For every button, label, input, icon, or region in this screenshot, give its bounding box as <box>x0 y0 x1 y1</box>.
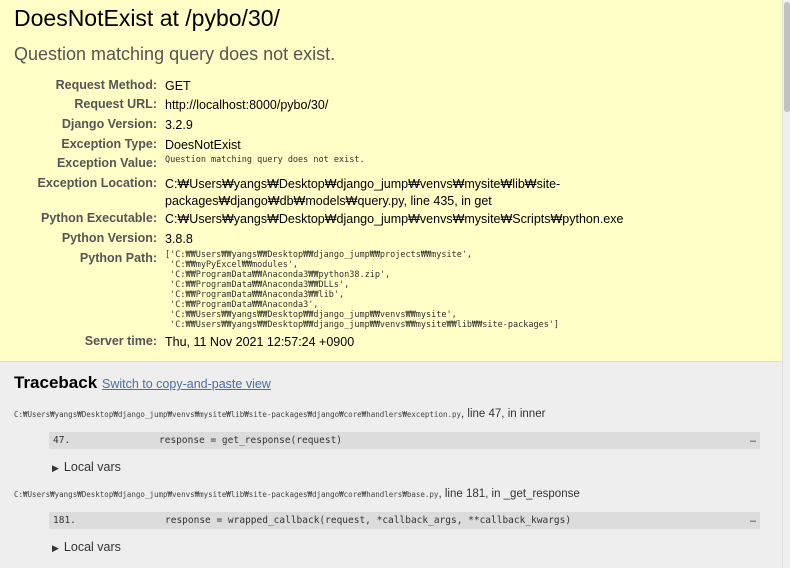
expand-context-icon[interactable]: … <box>750 514 756 525</box>
meta-label: Server time: <box>84 334 157 348</box>
local-vars-label: Local vars <box>63 460 121 474</box>
meta-value: http://localhost:8000/pybo/30/ <box>165 98 329 112</box>
frame-location: , line 181, in _get_response <box>438 488 580 500</box>
frame-location: , line 47, in inner <box>461 408 546 420</box>
local-vars-label: Local vars <box>63 540 121 554</box>
meta-value: Question matching query does not exist. <box>165 155 365 165</box>
meta-label: Exception Type: <box>61 137 157 151</box>
code-context-line[interactable]: 47. response = get_response(request) … <box>49 432 760 449</box>
scrollbar-thumb[interactable] <box>784 2 790 112</box>
traceback-heading: Traceback <box>14 373 98 392</box>
meta-value: ['C:₩₩Users₩₩yangs₩₩Desktop₩₩django_jump… <box>165 250 560 330</box>
meta-value: 3.2.9 <box>165 118 193 132</box>
meta-value: DoesNotExist <box>165 138 241 152</box>
meta-value: Thu, 11 Nov 2021 12:57:24 +0900 <box>165 335 355 349</box>
triangle-right-icon: ▶ <box>52 543 59 553</box>
frame-path: C:₩Users₩yangs₩Desktop₩django_jump₩venvs… <box>14 490 439 499</box>
expand-context-icon[interactable]: … <box>750 434 756 445</box>
page-title: DoesNotExist at /pybo/30/ <box>14 5 280 31</box>
copy-paste-view-link[interactable]: Switch to copy-and-paste view <box>102 377 271 391</box>
code-context-line[interactable]: 181. response = wrapped_callback(request… <box>49 512 760 529</box>
meta-label: Python Executable: <box>41 211 157 225</box>
line-number: 181. <box>53 515 76 526</box>
local-vars-toggle[interactable]: ▶ Local vars <box>52 540 121 554</box>
meta-label: Request Method: <box>55 78 157 92</box>
meta-label: Exception Value: <box>56 156 157 170</box>
frame-file-path: C:₩Users₩yangs₩Desktop₩django_jump₩venvs… <box>14 408 545 420</box>
meta-label: Exception Location: <box>37 176 157 190</box>
meta-label: Python Path: <box>79 251 157 265</box>
exception-message: Question matching query does not exist. <box>14 44 336 64</box>
meta-value: GET <box>165 79 191 93</box>
local-vars-toggle[interactable]: ▶ Local vars <box>52 460 121 474</box>
code-text: response = get_response(request) <box>159 435 343 446</box>
frame-file-path: C:₩Users₩yangs₩Desktop₩django_jump₩venvs… <box>14 488 580 500</box>
meta-label: Django Version: <box>61 117 157 131</box>
code-text: response = wrapped_callback(request, *ca… <box>165 515 572 526</box>
vertical-scrollbar[interactable] <box>782 0 790 568</box>
meta-value: C:₩Users₩yangs₩Desktop₩django_jump₩venvs… <box>165 177 561 208</box>
meta-label: Request URL: <box>74 97 157 111</box>
meta-value: 3.8.8 <box>165 232 193 246</box>
line-number: 47. <box>53 435 71 446</box>
triangle-right-icon: ▶ <box>52 463 59 473</box>
meta-label: Python Version: <box>61 231 157 245</box>
summary-panel: DoesNotExist at /pybo/30/ Question match… <box>0 0 782 362</box>
frame-path: C:₩Users₩yangs₩Desktop₩django_jump₩venvs… <box>14 410 462 419</box>
meta-value: C:₩Users₩yangs₩Desktop₩django_jump₩venvs… <box>165 212 624 226</box>
